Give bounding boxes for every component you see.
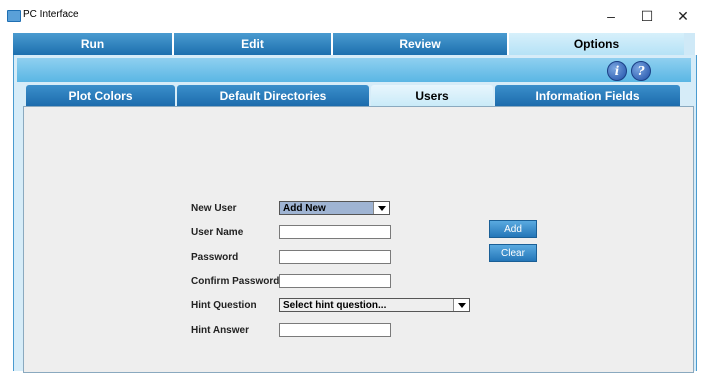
title-bar: PC Interface – ☐ ✕ — [0, 0, 702, 31]
tab-bar-filler — [684, 33, 695, 55]
options-sub-tab-bar: Plot Colors Default Directories Users In… — [26, 85, 690, 107]
confirm-password-input[interactable] — [279, 274, 391, 288]
tab-users[interactable]: Users — [371, 85, 493, 107]
clear-button[interactable]: Clear — [489, 244, 537, 262]
user-name-label: User Name — [191, 227, 244, 238]
hint-question-select[interactable]: Select hint question... — [279, 298, 470, 312]
users-panel: New User Add New User Name Password Conf… — [23, 106, 694, 373]
tab-information-fields[interactable]: Information Fields — [495, 85, 680, 107]
tab-plot-colors[interactable]: Plot Colors — [26, 85, 175, 107]
maximize-button[interactable]: ☐ — [629, 4, 665, 28]
tab-edit[interactable]: Edit — [174, 33, 331, 55]
app-icon — [7, 10, 21, 22]
help-icon[interactable]: ? — [631, 61, 651, 81]
new-user-label: New User — [191, 203, 237, 214]
user-name-input[interactable] — [279, 225, 391, 239]
tab-default-directories[interactable]: Default Directories — [177, 85, 369, 107]
close-button[interactable]: ✕ — [665, 4, 701, 28]
chevron-down-icon — [373, 202, 389, 214]
chevron-down-icon — [453, 299, 469, 311]
confirm-password-label: Confirm Password — [191, 276, 280, 287]
tab-options[interactable]: Options — [509, 33, 684, 55]
hint-question-label: Hint Question — [191, 300, 257, 311]
hint-question-select-value: Select hint question... — [283, 300, 387, 311]
options-toolbar: i ? — [17, 58, 691, 82]
minimize-button[interactable]: – — [593, 4, 629, 28]
info-icon[interactable]: i — [607, 61, 627, 81]
options-frame: i ? Plot Colors Default Directories User… — [13, 55, 697, 373]
window-title: PC Interface — [23, 9, 79, 20]
add-button[interactable]: Add — [489, 220, 537, 238]
new-user-select[interactable]: Add New — [279, 201, 390, 215]
main-tab-bar: Run Edit Review Options — [13, 33, 695, 55]
hint-answer-input[interactable] — [279, 323, 391, 337]
tab-run[interactable]: Run — [13, 33, 172, 55]
new-user-select-value: Add New — [283, 203, 326, 214]
tab-review[interactable]: Review — [333, 33, 507, 55]
hint-answer-label: Hint Answer — [191, 325, 249, 336]
password-input[interactable] — [279, 250, 391, 264]
password-label: Password — [191, 252, 239, 263]
